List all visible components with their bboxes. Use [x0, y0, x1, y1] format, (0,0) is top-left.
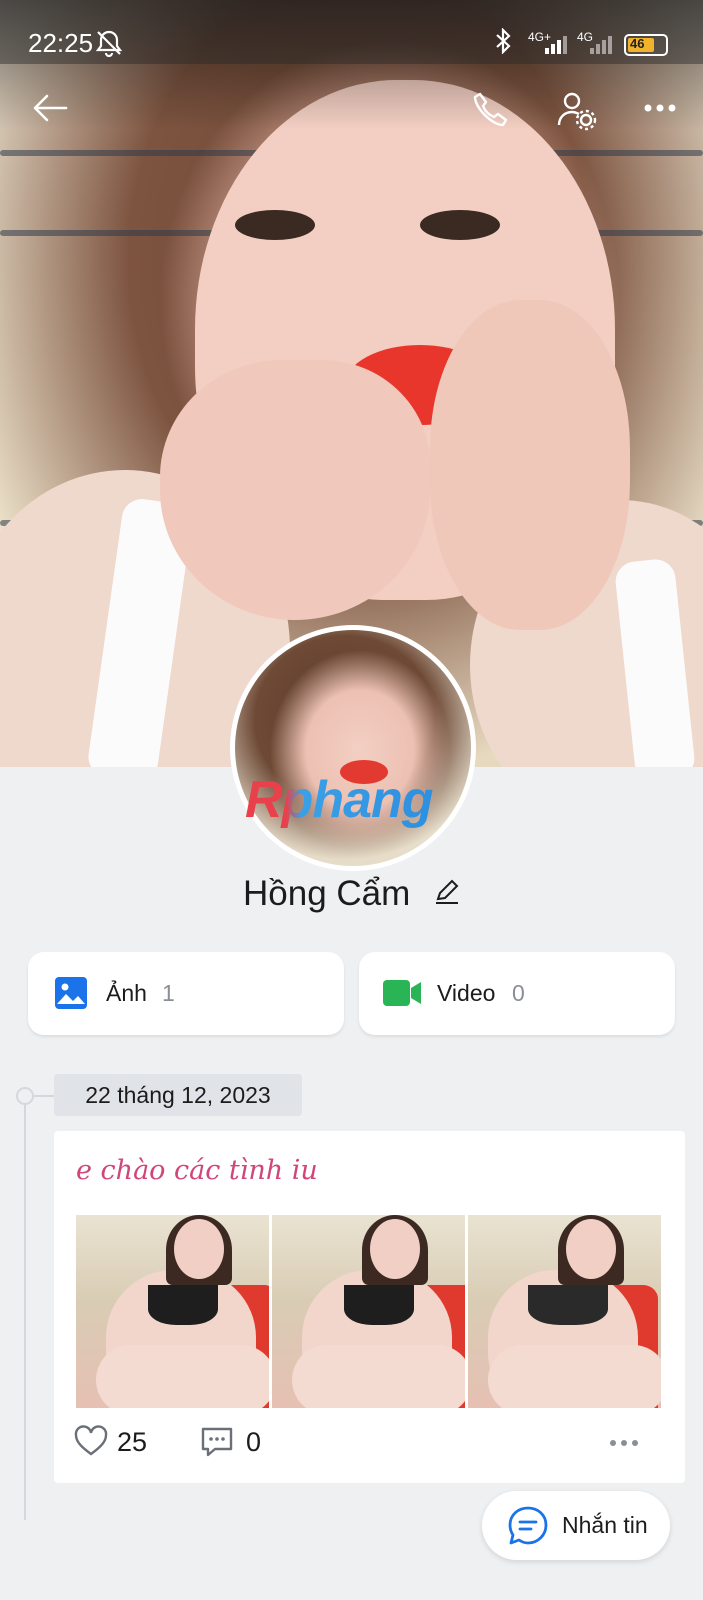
timeline-line [24, 1105, 26, 1520]
signal-icon [590, 32, 612, 54]
status-time: 22:25 [28, 28, 94, 58]
video-camera-icon [383, 978, 421, 1013]
like-count: 25 [117, 1427, 148, 1457]
profile-name-row: Hồng Cẩm [0, 872, 703, 914]
image-icon [54, 976, 88, 1015]
cover-figure [160, 360, 430, 620]
avatar-photo [235, 630, 471, 866]
cover-figure [235, 210, 315, 240]
chat-bubble-icon [507, 1505, 549, 1552]
message-button-label: Nhắn tin [562, 1512, 648, 1538]
post-stats: 25 0 [74, 1421, 664, 1461]
photos-count: 1 [162, 980, 175, 1006]
timeline-connector [33, 1095, 55, 1097]
watermark: Rphang [245, 771, 434, 829]
post-photo[interactable] [272, 1215, 465, 1408]
edit-pencil-icon[interactable] [434, 874, 460, 914]
cover-figure [420, 210, 500, 240]
mute-icon [94, 29, 124, 64]
user-settings-icon[interactable] [552, 86, 600, 134]
more-icon[interactable] [608, 1435, 640, 1453]
photos-label: Ảnh [106, 980, 147, 1006]
comment-icon[interactable] [200, 1425, 234, 1464]
profile-name: Hồng Cẩm [242, 873, 411, 913]
cover-figure [430, 300, 630, 630]
timeline-dot [16, 1087, 34, 1105]
battery-icon: 46 [624, 34, 668, 56]
comment-count: 0 [246, 1427, 262, 1457]
photos-card[interactable]: Ảnh 1 [28, 952, 344, 1035]
back-arrow-icon[interactable] [30, 88, 70, 128]
videos-count: 0 [512, 980, 525, 1006]
videos-card[interactable]: Video 0 [359, 952, 675, 1035]
post-photo[interactable] [468, 1215, 661, 1408]
signal-icon [545, 32, 567, 54]
battery-level: 46 [630, 36, 645, 51]
avatar[interactable] [230, 625, 476, 871]
heart-icon[interactable] [74, 1425, 108, 1462]
more-icon[interactable] [640, 96, 680, 120]
post-photo[interactable] [76, 1215, 269, 1408]
bluetooth-icon [493, 27, 513, 61]
phone-icon[interactable] [468, 88, 512, 132]
status-bar: 22:25 4G+ 4G 46 [0, 0, 703, 64]
post-card[interactable]: e chào các tình iu 25 0 [54, 1131, 685, 1483]
videos-label: Video [437, 980, 496, 1006]
post-caption: e chào các tình iu [76, 1155, 318, 1186]
message-button[interactable]: Nhắn tin [482, 1491, 670, 1560]
timeline-date: 22 tháng 12, 2023 [54, 1074, 302, 1116]
